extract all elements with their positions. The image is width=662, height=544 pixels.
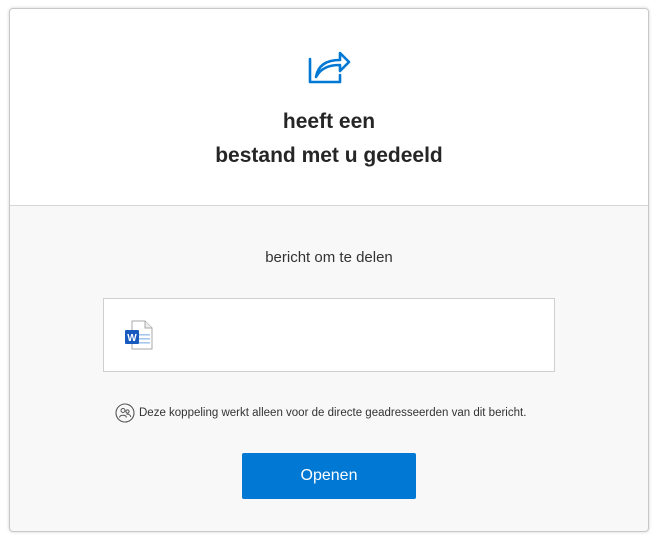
- open-button[interactable]: Openen: [242, 453, 416, 499]
- recipient-notice: Deze koppeling werkt alleen voor de dire…: [115, 402, 526, 424]
- svg-text:W: W: [127, 333, 137, 344]
- card-header: heeft een bestand met u gedeeld: [10, 9, 648, 206]
- recipient-notice-text: Deze koppeling werkt alleen voor de dire…: [139, 407, 527, 419]
- page-title-line-1: heeft een: [282, 110, 376, 133]
- share-arrow-icon: [308, 51, 351, 84]
- people-icon: [115, 403, 135, 423]
- word-document-icon: W: [125, 320, 153, 350]
- shared-file-tile[interactable]: W: [103, 298, 555, 372]
- share-message: bericht om te delen: [265, 249, 393, 266]
- page-title-line-2: bestand met u gedeeld: [215, 144, 443, 167]
- share-card: heeft een bestand met u gedeeld bericht …: [9, 8, 649, 532]
